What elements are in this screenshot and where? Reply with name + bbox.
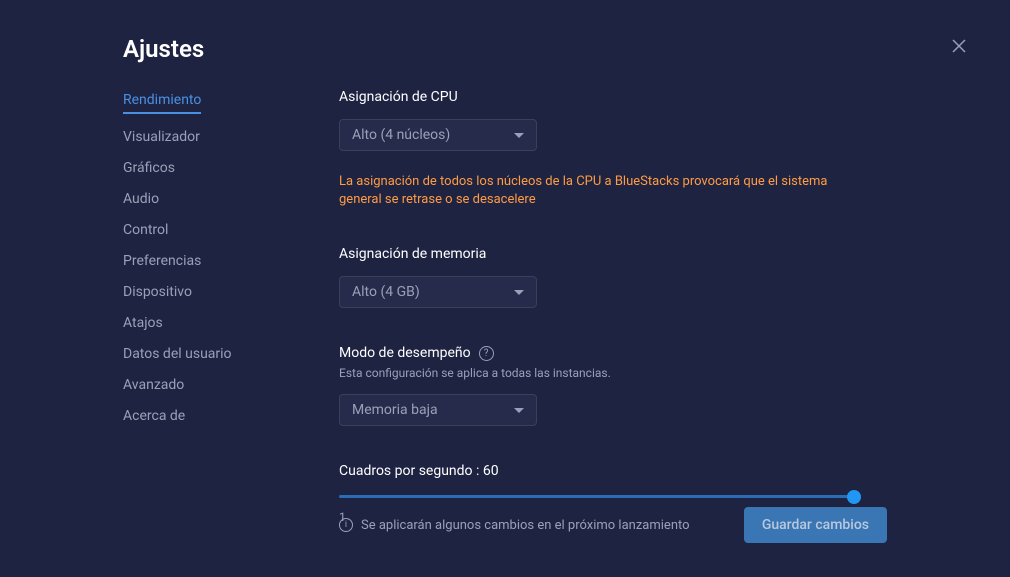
sidebar-item-avanzado[interactable]: Avanzado	[123, 377, 184, 393]
close-button[interactable]	[952, 38, 968, 54]
sidebar: Rendimiento Visualizador Gráficos Audio …	[0, 0, 210, 577]
sidebar-item-dispositivo[interactable]: Dispositivo	[123, 284, 192, 300]
cpu-dropdown[interactable]: Alto (4 núcleos)	[339, 119, 537, 151]
page-title: Ajustes	[123, 35, 204, 63]
fps-label: Cuadros por segundo : 60	[339, 463, 968, 479]
cpu-label: Asignación de CPU	[339, 89, 968, 105]
performance-sublabel: Esta configuración se aplica a todas las…	[339, 366, 968, 380]
info-icon: i	[339, 518, 353, 532]
sidebar-item-graficos[interactable]: Gráficos	[123, 160, 175, 176]
cpu-value: Alto (4 núcleos)	[352, 127, 450, 143]
sidebar-item-atajos[interactable]: Atajos	[123, 315, 163, 331]
memory-label: Asignación de memoria	[339, 246, 968, 262]
save-button[interactable]: Guardar cambios	[744, 507, 887, 543]
performance-label: Modo de desempeño ?	[339, 345, 968, 361]
sidebar-item-visualizador[interactable]: Visualizador	[123, 129, 200, 145]
cpu-warning: La asignación de todos los núcleos de la…	[339, 173, 859, 209]
sidebar-item-preferencias[interactable]: Preferencias	[123, 253, 201, 269]
performance-value: Memoria baja	[352, 402, 438, 418]
close-icon	[952, 39, 966, 53]
chevron-down-icon	[514, 408, 524, 413]
main-content: Asignación de CPU Alto (4 núcleos) La as…	[210, 0, 1010, 577]
memory-value: Alto (4 GB)	[352, 284, 420, 300]
footer-note: i Se aplicarán algunos cambios en el pró…	[339, 518, 690, 533]
sidebar-item-acerca-de[interactable]: Acerca de	[123, 408, 185, 424]
memory-dropdown[interactable]: Alto (4 GB)	[339, 276, 537, 308]
help-icon[interactable]: ?	[479, 346, 494, 361]
sidebar-item-audio[interactable]: Audio	[123, 191, 159, 207]
chevron-down-icon	[514, 133, 524, 138]
sidebar-item-control[interactable]: Control	[123, 222, 168, 238]
performance-dropdown[interactable]: Memoria baja	[339, 394, 537, 426]
slider-thumb[interactable]	[847, 490, 861, 504]
chevron-down-icon	[514, 290, 524, 295]
sidebar-item-rendimiento[interactable]: Rendimiento	[123, 92, 201, 114]
